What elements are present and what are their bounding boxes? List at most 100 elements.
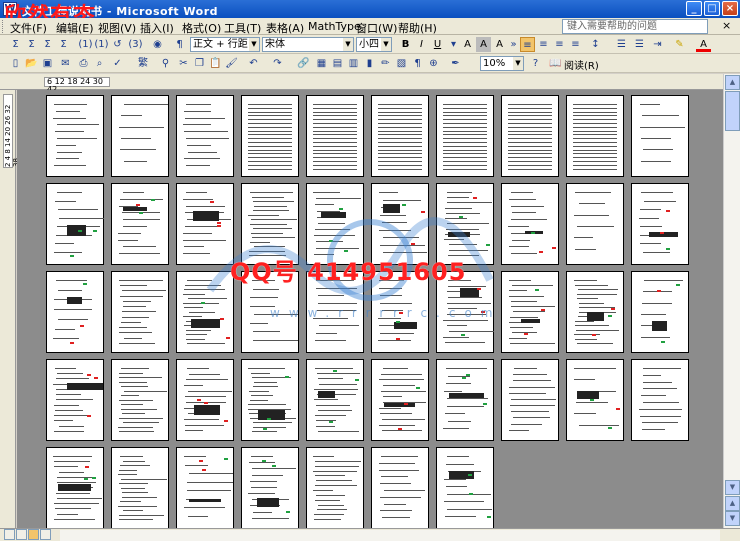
page-thumbnail[interactable] bbox=[306, 359, 364, 441]
page-thumbnail[interactable] bbox=[176, 95, 234, 177]
page-thumbnail[interactable] bbox=[111, 183, 169, 265]
read-mode-icon[interactable]: 📖 bbox=[548, 56, 563, 71]
format-painter-icon[interactable]: 🖌 bbox=[224, 56, 239, 71]
page-thumbnail[interactable] bbox=[111, 447, 169, 528]
font-color-icon[interactable]: A bbox=[696, 37, 711, 52]
equation-number-icon[interactable]: (1) bbox=[78, 37, 93, 52]
scroll-up-icon[interactable]: ▲ bbox=[725, 75, 740, 90]
page-thumbnail[interactable] bbox=[631, 183, 689, 265]
permission-icon[interactable]: ✉ bbox=[58, 56, 73, 71]
italic-button[interactable]: I bbox=[414, 37, 429, 52]
drawing-icon[interactable]: ✏ bbox=[378, 56, 393, 71]
page-thumbnail[interactable] bbox=[46, 183, 104, 265]
menu-view[interactable]: 视图(V) bbox=[98, 20, 136, 36]
zoom-icon[interactable]: ⊕ bbox=[426, 56, 441, 71]
columns-icon[interactable]: ▮ bbox=[362, 56, 377, 71]
menu-mathtype[interactable]: MathType bbox=[308, 20, 361, 33]
print-view-icon[interactable] bbox=[28, 529, 39, 540]
document-close-icon[interactable]: × bbox=[722, 20, 734, 33]
page-thumbnail[interactable] bbox=[566, 359, 624, 441]
document-map-icon[interactable]: ▧ bbox=[394, 56, 409, 71]
undo-icon[interactable]: ↶ bbox=[246, 56, 261, 71]
page-thumbnail[interactable] bbox=[241, 183, 299, 265]
underline-dropdown-icon[interactable]: ▾ bbox=[446, 37, 461, 52]
more-icon[interactable]: » bbox=[506, 37, 521, 52]
redo-icon[interactable]: ↷ bbox=[270, 56, 285, 71]
page-thumbnail[interactable] bbox=[371, 359, 429, 441]
help-icon[interactable]: ? bbox=[528, 56, 543, 71]
page-thumbnail[interactable] bbox=[566, 95, 624, 177]
next-page-icon[interactable]: ▼ bbox=[725, 511, 740, 526]
page-thumbnail[interactable] bbox=[111, 359, 169, 441]
save-icon[interactable]: ▣ bbox=[40, 56, 55, 71]
page-thumbnail[interactable] bbox=[241, 95, 299, 177]
page-thumbnail[interactable] bbox=[501, 271, 559, 353]
show-hide-icon[interactable]: ¶ bbox=[410, 56, 425, 71]
tables-borders-icon[interactable]: ▦ bbox=[314, 56, 329, 71]
justify-icon[interactable]: ≡ bbox=[568, 37, 583, 52]
page-thumbnail[interactable] bbox=[371, 95, 429, 177]
page-thumbnail[interactable] bbox=[306, 183, 364, 265]
cut-icon[interactable]: ✂ bbox=[176, 56, 191, 71]
page-thumbnail[interactable] bbox=[46, 95, 104, 177]
hyperlink-icon[interactable]: 🔗 bbox=[296, 56, 311, 71]
page-thumbnail[interactable] bbox=[631, 359, 689, 441]
menu-tools[interactable]: 工具(T) bbox=[224, 20, 261, 36]
indent-icon[interactable]: ⇥ bbox=[650, 37, 665, 52]
page-thumbnail[interactable] bbox=[436, 271, 495, 353]
sum3-icon[interactable]: Σ bbox=[40, 37, 55, 52]
scroll-thumb[interactable] bbox=[725, 91, 740, 131]
page-thumbnail[interactable] bbox=[501, 183, 559, 265]
align-center-icon[interactable]: ≡ bbox=[536, 37, 551, 52]
spelling-icon[interactable]: ✓ bbox=[110, 56, 125, 71]
zoom-select[interactable]: 10% ▼ bbox=[480, 56, 524, 71]
char-border-icon[interactable]: A bbox=[460, 37, 475, 52]
open-icon[interactable]: 📂 bbox=[24, 56, 39, 71]
menu-format[interactable]: 格式(O) bbox=[182, 20, 221, 36]
page-thumbnail[interactable] bbox=[241, 271, 299, 353]
page-thumbnail[interactable] bbox=[111, 95, 169, 177]
page-thumbnail[interactable] bbox=[501, 95, 559, 177]
page-thumbnail[interactable] bbox=[631, 271, 689, 353]
normal-view-icon[interactable] bbox=[4, 529, 15, 540]
menu-edit[interactable]: 编辑(E) bbox=[56, 20, 94, 36]
menubar-grip[interactable] bbox=[2, 20, 5, 33]
menu-file[interactable]: 文件(F) bbox=[10, 20, 47, 36]
help-search-input[interactable]: 键入需要帮助的问题 bbox=[562, 19, 708, 34]
bold-button[interactable]: B bbox=[398, 37, 413, 52]
page-thumbnail[interactable] bbox=[176, 359, 234, 441]
page-thumbnail[interactable] bbox=[306, 447, 364, 528]
page-thumbnail[interactable] bbox=[176, 447, 234, 528]
bullets-icon[interactable]: ☰ bbox=[632, 37, 647, 52]
page-thumbnail[interactable] bbox=[306, 95, 364, 177]
page-thumbnail[interactable] bbox=[176, 183, 234, 265]
insert-table-icon[interactable]: ▤ bbox=[330, 56, 345, 71]
document-canvas[interactable] bbox=[17, 90, 723, 528]
sum2-icon[interactable]: Σ bbox=[24, 37, 39, 52]
page-thumbnail[interactable] bbox=[46, 271, 104, 353]
highlight-icon[interactable]: ✎ bbox=[672, 37, 687, 52]
equation-update-icon[interactable]: ↺ bbox=[110, 37, 125, 52]
equation-chapter-icon[interactable]: (3) bbox=[128, 37, 143, 52]
char-shading-icon[interactable]: A bbox=[476, 37, 491, 52]
traditional-chinese-icon[interactable]: 繁 bbox=[132, 56, 154, 71]
page-thumbnail[interactable] bbox=[436, 183, 494, 265]
page-thumbnail[interactable] bbox=[436, 95, 494, 177]
menu-window[interactable]: 窗口(W) bbox=[356, 20, 397, 36]
page-thumbnail[interactable] bbox=[241, 447, 299, 528]
page-thumbnail[interactable] bbox=[436, 359, 494, 441]
char-scale-icon[interactable]: A bbox=[492, 37, 507, 52]
print-preview-icon[interactable]: ⌕ bbox=[92, 56, 107, 71]
outline-view-icon[interactable] bbox=[40, 529, 51, 540]
web-view-icon[interactable] bbox=[16, 529, 27, 540]
horizontal-scrollbar[interactable] bbox=[60, 530, 720, 541]
page-thumbnail[interactable] bbox=[371, 447, 429, 528]
close-button[interactable]: × bbox=[722, 1, 738, 16]
new-document-icon[interactable]: ▯ bbox=[8, 56, 23, 71]
page-thumbnail[interactable] bbox=[436, 447, 494, 528]
vertical-scrollbar[interactable]: ▲ ▼ ▲ ▼ bbox=[723, 74, 740, 528]
numbering-icon[interactable]: ☰ bbox=[614, 37, 629, 52]
paste-icon[interactable]: 📋 bbox=[208, 56, 223, 71]
page-thumbnail[interactable] bbox=[111, 271, 169, 353]
page-thumbnail[interactable] bbox=[501, 359, 559, 441]
